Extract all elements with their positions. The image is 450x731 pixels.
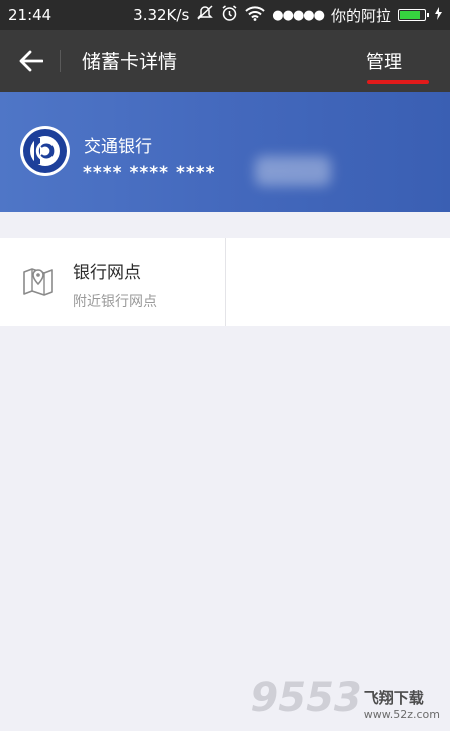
map-icon (22, 264, 54, 298)
alarm-icon (221, 4, 238, 26)
signal-icon: ●●●●● (272, 7, 325, 23)
card-banner[interactable]: 交通银行 **** **** **** (0, 92, 450, 212)
battery-icon (398, 9, 429, 21)
manage-highlight-underline (367, 80, 429, 84)
page-title: 储蓄卡详情 (82, 51, 178, 73)
carrier-name: 你的阿拉 (330, 6, 391, 25)
service-item-bank-branches[interactable]: 银行网点 附近银行网点 (0, 238, 225, 326)
service-item-empty (225, 238, 450, 326)
status-bar: 21:44 3.32K/s ●●●●● 你的阿拉 (0, 0, 450, 30)
service-title: 银行网点 (73, 263, 141, 283)
watermark: 9553 飞翔下载 www.52z.com (250, 675, 440, 721)
service-grid: 银行网点 附近银行网点 (0, 238, 450, 326)
status-icons: 3.32K/s ●●●●● 你的阿拉 (133, 4, 442, 26)
nav-divider (60, 50, 61, 72)
battery-fill (400, 11, 420, 19)
service-subtitle: 附近银行网点 (73, 294, 157, 310)
nav-bar: 储蓄卡详情 管理 (0, 30, 450, 92)
watermark-logo: 9553 (250, 675, 362, 721)
watermark-url: www.52z.com (363, 708, 440, 721)
manage-button[interactable]: 管理 (366, 48, 402, 74)
card-number-masked: **** **** **** (83, 163, 216, 183)
bank-of-communications-logo (20, 126, 70, 176)
network-speed: 3.32K/s (133, 6, 190, 24)
wifi-icon (245, 5, 265, 25)
bank-name: 交通银行 (84, 137, 152, 157)
watermark-text: 飞翔下载 (363, 689, 424, 707)
mute-icon (196, 5, 214, 25)
back-arrow-icon[interactable] (18, 48, 44, 74)
charging-icon (435, 7, 442, 23)
card-number-blur (255, 156, 331, 186)
status-time: 21:44 (8, 6, 52, 24)
